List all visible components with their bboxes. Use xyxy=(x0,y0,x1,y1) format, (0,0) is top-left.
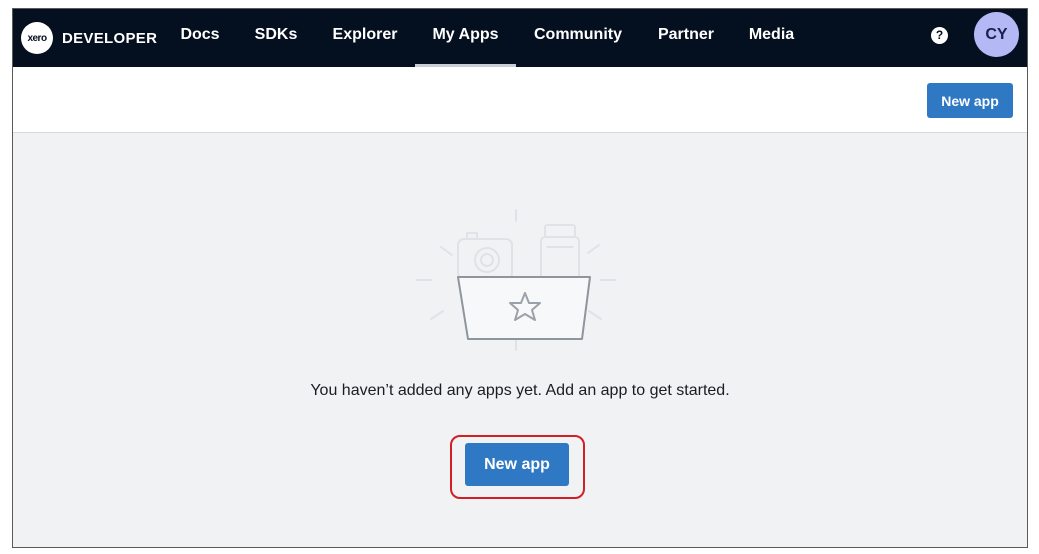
question-circle-icon[interactable]: ? xyxy=(931,27,948,44)
page-header-bar: New app xyxy=(13,67,1027,133)
nav-docs[interactable]: Docs xyxy=(171,9,229,67)
user-avatar[interactable]: CY xyxy=(974,12,1019,57)
app-window: xero DEVELOPER Docs SDKs Explorer My App… xyxy=(12,8,1028,548)
header-new-app-button[interactable]: New app xyxy=(927,83,1013,118)
nav-sdks[interactable]: SDKs xyxy=(247,9,305,67)
nav-explorer[interactable]: Explorer xyxy=(322,9,408,67)
nav-media[interactable]: Media xyxy=(740,9,803,67)
new-app-button[interactable]: New app xyxy=(465,443,569,486)
brand[interactable]: xero DEVELOPER xyxy=(21,21,157,55)
nav-partner[interactable]: Partner xyxy=(648,9,724,67)
xero-logo: xero xyxy=(21,22,53,54)
folder-star-icon xyxy=(416,209,616,351)
nav-community[interactable]: Community xyxy=(525,9,631,67)
top-navigation: xero DEVELOPER Docs SDKs Explorer My App… xyxy=(13,9,1027,67)
nav-my-apps[interactable]: My Apps xyxy=(415,9,516,67)
brand-name: DEVELOPER xyxy=(62,29,158,47)
empty-state-message: You haven’t added any apps yet. Add an a… xyxy=(310,382,730,399)
